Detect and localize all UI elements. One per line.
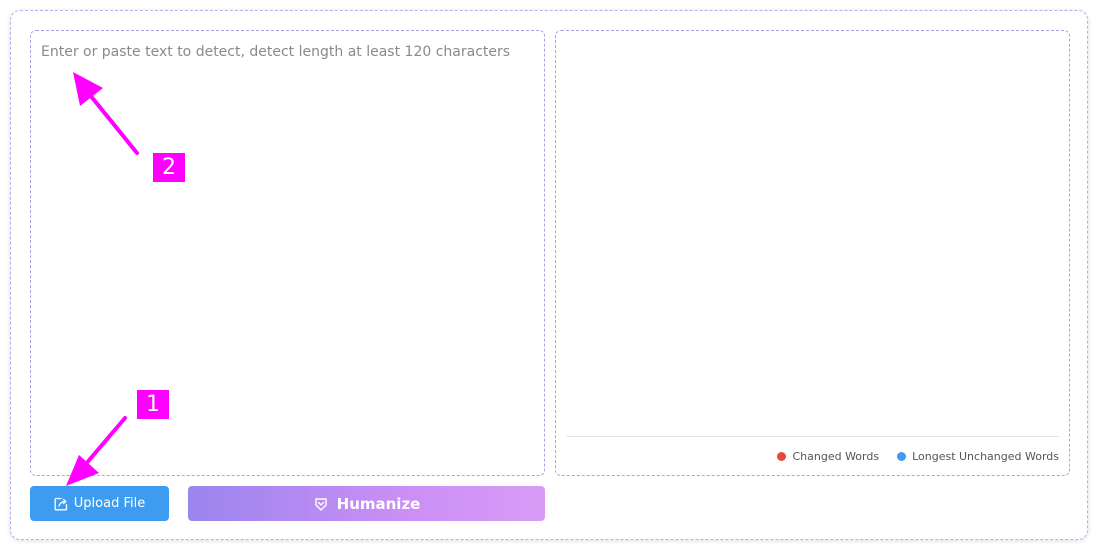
page: Changed Words Longest Unchanged Words Up… [0,0,1100,550]
annotation-marker-1: 1 [137,390,169,419]
unchanged-words-dot [897,452,907,461]
humanize-button[interactable]: Humanize [188,486,545,521]
legend: Changed Words Longest Unchanged Words [777,450,1059,463]
text-input[interactable] [31,31,544,475]
legend-label-changed: Changed Words [792,450,880,463]
input-panel [30,30,545,476]
upload-icon [54,497,68,511]
legend-divider [566,436,1059,437]
output-panel: Changed Words Longest Unchanged Words [555,30,1070,476]
upload-file-label: Upload File [73,496,146,511]
legend-label-unchanged: Longest Unchanged Words [912,450,1059,463]
legend-item-changed: Changed Words [777,450,879,463]
legend-item-unchanged: Longest Unchanged Words [897,450,1059,463]
upload-file-button[interactable]: Upload File [30,486,169,521]
changed-words-dot [777,452,787,461]
annotation-marker-2: 2 [153,153,185,182]
humanize-icon [313,496,329,512]
humanize-label: Humanize [336,494,421,513]
